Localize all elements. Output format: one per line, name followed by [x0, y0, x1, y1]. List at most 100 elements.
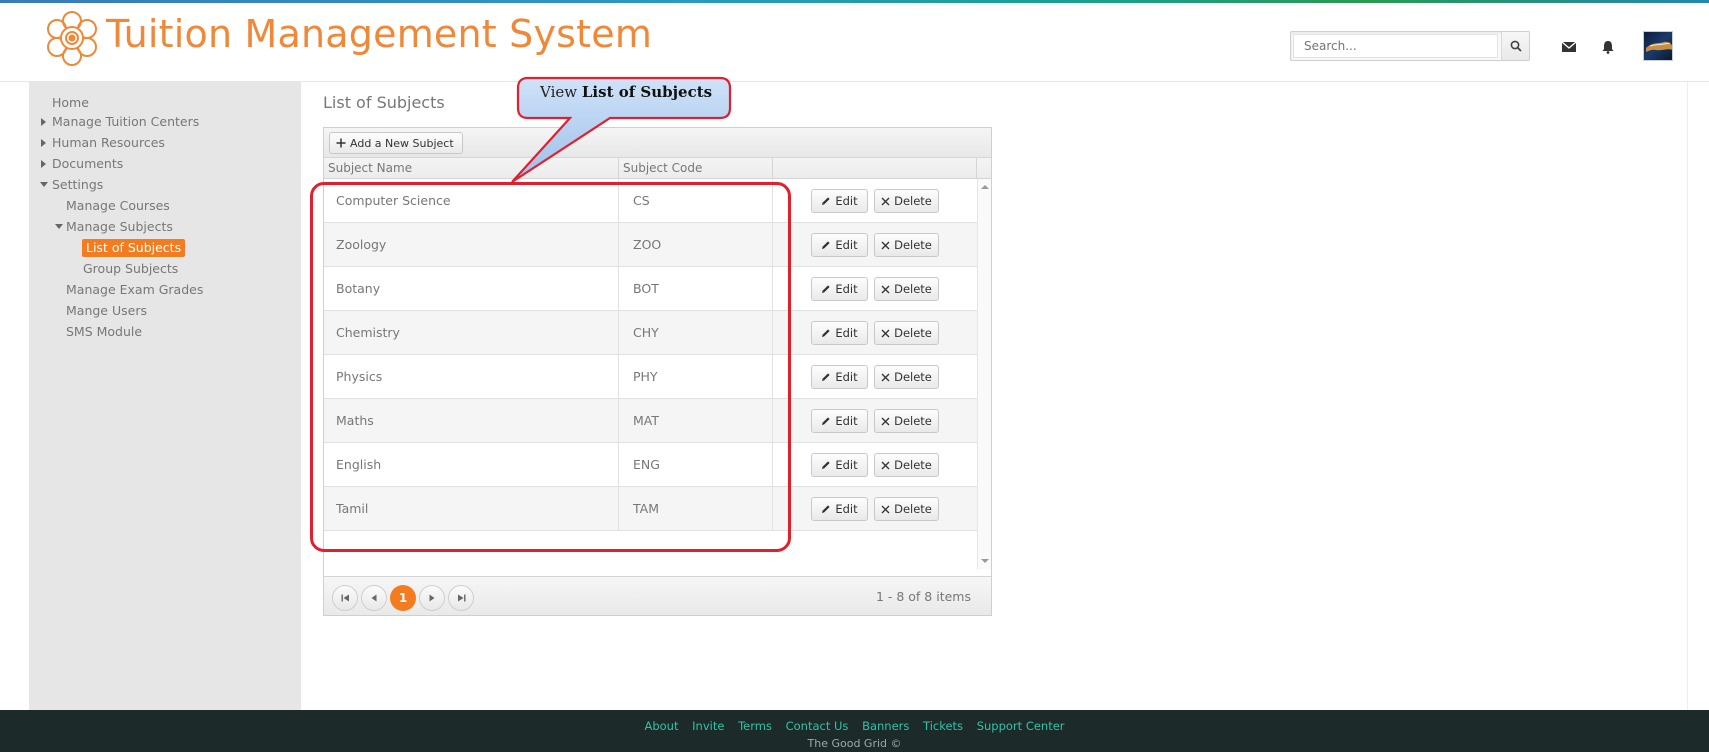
column-header-subject-code[interactable]: Subject Code [619, 158, 773, 179]
close-icon [881, 329, 890, 337]
subject-name-cell: Zoology [324, 223, 619, 267]
close-icon [881, 461, 890, 469]
subject-code-cell: BOT [619, 267, 773, 311]
delete-button[interactable]: Delete [874, 497, 939, 521]
current-page-button[interactable]: 1 [390, 585, 416, 611]
edit-label: Edit [835, 326, 858, 340]
scroll-up-icon[interactable] [981, 185, 989, 189]
footer-link-about[interactable]: About [644, 719, 678, 733]
grid-scrollbar[interactable] [977, 179, 991, 569]
edit-button[interactable]: Edit [811, 365, 868, 389]
grid-toolbar: Add a New Subject [324, 128, 991, 158]
pencil-icon [822, 241, 830, 249]
column-header-subject-name[interactable]: Subject Name [324, 158, 619, 179]
delete-label: Delete [894, 194, 932, 208]
footer-link-contact-us[interactable]: Contact Us [786, 719, 849, 733]
table-row: English ENG Edit Delete [324, 443, 977, 487]
sidebar-item-home[interactable]: Home [52, 95, 89, 111]
table-row: Computer Science CS Edit Delete [324, 179, 977, 223]
page-footer: About Invite Terms Contact Us Banners Ti… [0, 710, 1709, 752]
delete-button[interactable]: Delete [874, 365, 939, 389]
footer-link-support-center[interactable]: Support Center [977, 719, 1065, 733]
callout-bold: List of Subjects [581, 83, 713, 101]
flower-logo-icon[interactable] [40, 7, 104, 71]
first-page-button[interactable] [332, 585, 358, 611]
table-row: Zoology ZOO Edit Delete [324, 223, 977, 267]
collapse-arrow-icon[interactable] [55, 224, 63, 229]
sidebar-item-manage-courses[interactable]: Manage Courses [66, 198, 170, 214]
grid-pager: 1 1 - 8 of 8 items [324, 576, 991, 615]
edit-button[interactable]: Edit [811, 409, 868, 433]
sidebar-item-manage-subjects[interactable]: Manage Subjects [66, 219, 173, 235]
subject-name-cell: Physics [324, 355, 619, 399]
pager-info: 1 - 8 of 8 items [875, 589, 971, 604]
delete-button[interactable]: Delete [874, 453, 939, 477]
subject-name-cell: Chemistry [324, 311, 619, 355]
table-row: Botany BOT Edit Delete [324, 267, 977, 311]
edit-button[interactable]: Edit [811, 189, 868, 213]
sidebar-item-settings[interactable]: Settings [52, 177, 103, 193]
subject-code-cell: ENG [619, 443, 773, 487]
sidebar-item-documents[interactable]: Documents [52, 156, 123, 172]
footer-link-terms[interactable]: Terms [738, 719, 772, 733]
expand-arrow-icon[interactable] [41, 160, 46, 168]
sidebar-item-human-resources[interactable]: Human Resources [52, 135, 165, 151]
edit-label: Edit [835, 414, 858, 428]
subject-name-cell: Maths [324, 399, 619, 443]
page-title: List of Subjects [323, 93, 445, 112]
edit-label: Edit [835, 502, 858, 516]
edit-button[interactable]: Edit [811, 277, 868, 301]
subject-code-cell: MAT [619, 399, 773, 443]
sidebar-item-manage-tuition-centers[interactable]: Manage Tuition Centers [52, 114, 199, 130]
previous-page-button[interactable] [361, 585, 387, 611]
pencil-icon [822, 505, 830, 513]
subject-name-cell: Computer Science [324, 179, 619, 223]
delete-button[interactable]: Delete [874, 409, 939, 433]
subject-code-cell: PHY [619, 355, 773, 399]
edit-button[interactable]: Edit [811, 233, 868, 257]
mail-icon[interactable] [1561, 40, 1577, 54]
subjects-grid: Add a New Subject Subject Name Subject C… [323, 127, 992, 616]
subject-code-cell: CS [619, 179, 773, 223]
expand-arrow-icon[interactable] [41, 139, 46, 147]
user-avatar[interactable] [1643, 31, 1673, 61]
content-edge-divider [1687, 82, 1688, 710]
edit-button[interactable]: Edit [811, 453, 868, 477]
search-input[interactable] [1293, 34, 1498, 58]
pencil-icon [822, 417, 830, 425]
last-page-button[interactable] [448, 585, 474, 611]
pencil-icon [822, 197, 830, 205]
sidebar-item-group-subjects[interactable]: Group Subjects [83, 261, 178, 277]
search-icon [1510, 40, 1522, 52]
first-page-icon [341, 594, 349, 602]
edit-button[interactable]: Edit [811, 497, 868, 521]
edit-button[interactable]: Edit [811, 321, 868, 345]
delete-button[interactable]: Delete [874, 321, 939, 345]
collapse-arrow-icon[interactable] [40, 182, 48, 187]
expand-arrow-icon[interactable] [41, 118, 46, 126]
add-subject-button[interactable]: Add a New Subject [329, 132, 463, 154]
plus-icon [336, 138, 346, 148]
footer-link-tickets[interactable]: Tickets [923, 719, 963, 733]
delete-label: Delete [894, 326, 932, 340]
sidebar-item-list-of-subjects[interactable]: List of Subjects [82, 239, 186, 257]
bell-icon[interactable] [1600, 40, 1616, 54]
footer-link-banners[interactable]: Banners [862, 719, 909, 733]
next-page-button[interactable] [419, 585, 445, 611]
next-page-icon [429, 594, 435, 602]
sidebar-item-manage-exam-grades[interactable]: Manage Exam Grades [66, 282, 203, 298]
subject-name-cell: Tamil [324, 487, 619, 531]
sidebar-item-mange-users[interactable]: Mange Users [66, 303, 147, 319]
footer-link-invite[interactable]: Invite [692, 719, 724, 733]
close-icon [881, 373, 890, 381]
edit-label: Edit [835, 370, 858, 384]
delete-button[interactable]: Delete [874, 233, 939, 257]
search-button[interactable] [1501, 32, 1529, 60]
delete-label: Delete [894, 282, 932, 296]
grid-header: Subject Name Subject Code [324, 158, 991, 179]
subject-name-cell: English [324, 443, 619, 487]
scroll-down-icon[interactable] [981, 559, 989, 563]
delete-button[interactable]: Delete [874, 277, 939, 301]
delete-button[interactable]: Delete [874, 189, 939, 213]
sidebar-item-sms-module[interactable]: SMS Module [66, 324, 142, 340]
